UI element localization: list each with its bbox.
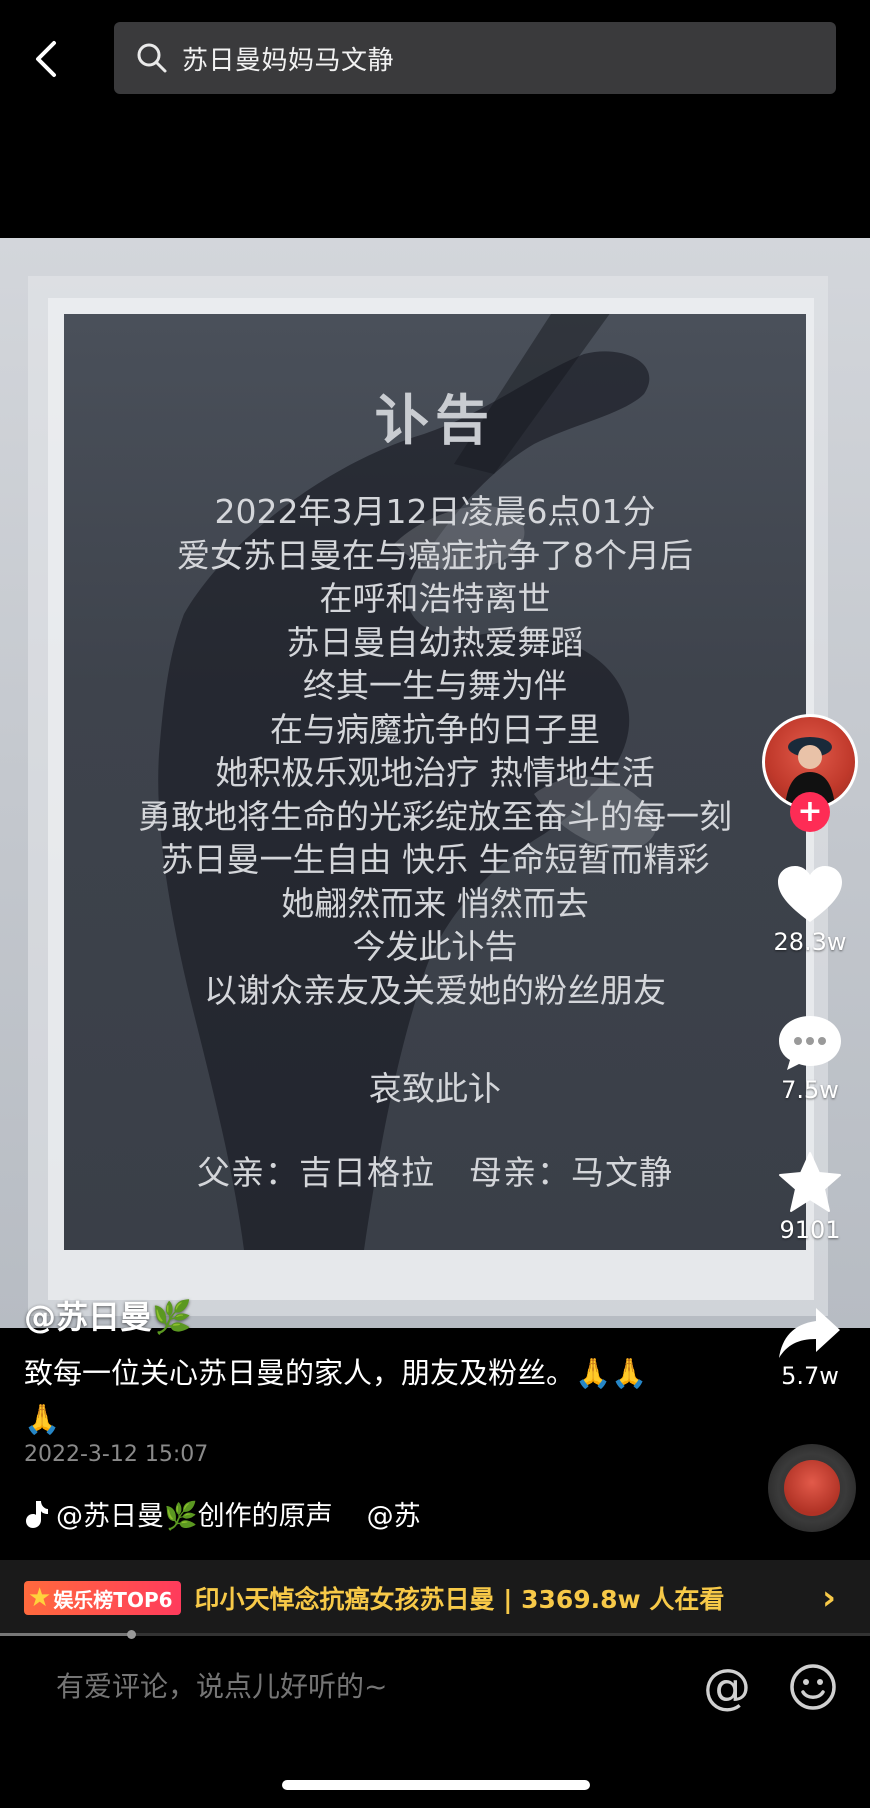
mention-button[interactable]: @ [700, 1660, 754, 1714]
notice-closing: 哀致此讣 [369, 1069, 501, 1108]
notice-line: 在与病魔抗争的日子里 [270, 709, 600, 749]
notice-title: 讣告 [375, 389, 495, 452]
video-progress-handle[interactable] [126, 1630, 136, 1639]
notice-line: 勇敢地将生命的光彩绽放至奋斗的每一刻 [138, 796, 732, 836]
hot-rank-badge: ★ 娱乐榜TOP6 [24, 1581, 181, 1615]
notice-line: 她积极乐观地治疗 热情地生活 [215, 753, 655, 792]
hot-topic-title: 印小天悼念抗癌女孩苏日曼 | 3369.8w 人在看 [194, 1585, 725, 1614]
favorite-button[interactable]: 9101 [760, 1150, 860, 1244]
notice-body: 2022年3月12日凌晨6点01分 爱女苏日曼在与癌症抗争了8个月后 在呼和浩特… [64, 490, 806, 1012]
hot-topic-banner[interactable]: ★ 娱乐榜TOP6 印小天悼念抗癌女孩苏日曼 | 3369.8w 人在看 › [0, 1560, 870, 1636]
like-button[interactable]: 28.3w [760, 864, 860, 956]
comment-button[interactable]: 7.5w [760, 1012, 860, 1104]
star-badge-icon: ★ [28, 1583, 52, 1613]
video-progress-bar[interactable] [0, 1630, 870, 1639]
emoji-icon[interactable] [788, 1662, 838, 1712]
music-info[interactable]: @苏日曼🌿创作的原声 @苏 [24, 1494, 421, 1533]
search-icon [137, 43, 167, 73]
comment-icon [779, 1016, 841, 1070]
obituary-notice: 讣告 2022年3月12日凌晨6点01分 爱女苏日曼在与癌症抗争了8个月后 在呼… [64, 314, 806, 1250]
music-mention: @苏 [366, 1501, 421, 1532]
heart-icon [778, 866, 842, 922]
notice-line: 以谢众亲友及关爱她的粉丝朋友 [204, 970, 666, 1010]
share-button[interactable]: 5.7w [760, 1304, 860, 1390]
video-progress-fill [0, 1633, 131, 1636]
video-player[interactable]: 讣告 2022年3月12日凌晨6点01分 爱女苏日曼在与癌症抗争了8个月后 在呼… [0, 238, 870, 1328]
notice-line: 在呼和浩特离世 [319, 579, 551, 618]
notice-line: 她翩然而来 悄然而去 [281, 883, 589, 923]
notice-line: 2022年3月12日凌晨6点01分 [214, 492, 656, 531]
share-icon [779, 1308, 840, 1358]
author-handle[interactable]: @苏日曼🌿 [24, 1292, 192, 1338]
notice-signature: 父亲：吉日格拉 母亲：马文静 [197, 1153, 673, 1192]
favorite-count: 9101 [779, 1216, 841, 1244]
hot-rank-label: 娱乐榜TOP6 [53, 1587, 173, 1612]
like-count: 28.3w [773, 928, 847, 956]
notice-line: 苏日曼一生自由 快乐 生命短暂而精彩 [160, 840, 710, 879]
back-arrow-icon [36, 41, 56, 77]
chevron-right-icon: › [821, 1578, 836, 1618]
comment-input[interactable] [56, 1670, 656, 1703]
share-count: 5.7w [781, 1362, 839, 1390]
follow-button[interactable]: + [790, 792, 830, 832]
notice-line: 苏日曼自幼热爱舞蹈 [286, 622, 584, 662]
video-feed-screen: 苏日曼妈妈马文静 讣告 2022年3月12日凌晨6点01分 爱女苏日曼在与癌症抗… [0, 0, 870, 1808]
back-button[interactable] [22, 34, 72, 84]
music-note-icon [26, 1500, 48, 1528]
notice-line: 爱女苏日曼在与癌症抗争了8个月后 [177, 535, 693, 575]
music-disc[interactable] [768, 1444, 856, 1532]
music-disc-cover [784, 1460, 840, 1516]
comment-bar: @ [0, 1640, 870, 1740]
home-indicator[interactable] [282, 1780, 590, 1790]
music-title: @苏日曼🌿创作的原声 [56, 1501, 333, 1532]
comment-count: 7.5w [781, 1076, 839, 1104]
notice-line: 终其一生与舞为伴 [303, 666, 567, 705]
search-bar[interactable]: 苏日曼妈妈马文静 [114, 22, 836, 94]
search-query[interactable]: 苏日曼妈妈马文静 [182, 40, 394, 77]
post-timestamp: 2022-3-12 15:07 [24, 1442, 209, 1467]
post-caption: 致每一位关心苏日曼的家人，朋友及粉丝。🙏🙏🙏 [24, 1356, 648, 1436]
notice-line: 今发此讣告 [352, 927, 518, 966]
star-icon [779, 1152, 841, 1212]
